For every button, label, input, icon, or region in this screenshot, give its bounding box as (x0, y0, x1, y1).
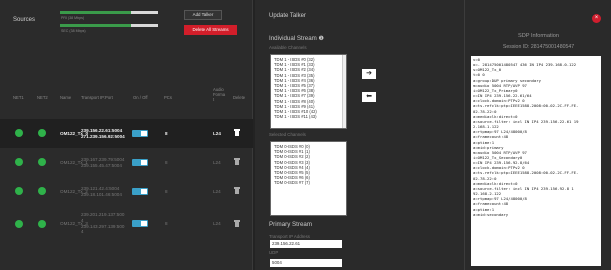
delete-all-streams-button[interactable]: Delete All Streams (184, 25, 237, 35)
move-right-button[interactable]: ➔ (362, 69, 376, 79)
primary-stream-heading: Primary Stream (269, 221, 312, 228)
audio-format-value: L24 (213, 189, 221, 194)
header-on-off: On / Off (133, 95, 148, 100)
sources-panel: Sources PRI (38 Mbps) SEC (38 Mbps) Add … (0, 0, 253, 270)
header-net1: NET1 (13, 95, 24, 100)
divider (464, 0, 465, 270)
header-pcs: PCs (164, 95, 172, 100)
stream-toggle[interactable] (132, 159, 148, 166)
secondary-bandwidth-bar (60, 24, 158, 27)
primary-bandwidth-bar (60, 11, 158, 14)
modal-title: Update Talker (269, 13, 306, 19)
audio-format-value: L24 (213, 131, 221, 136)
scrollbar[interactable] (342, 55, 346, 128)
net1-status-icon (15, 129, 23, 137)
secondary-bandwidth-caption: SEC (38 Mbps) (61, 29, 86, 33)
stream-row[interactable]: OM122_Tx_1 239.167.239.79:5004 239.155.4… (0, 148, 253, 177)
move-left-button[interactable]: ⬅ (362, 92, 376, 102)
udp-input[interactable]: 5004 (270, 259, 342, 267)
pcs-value: 8 (165, 160, 168, 165)
selected-channels-list[interactable]: TDM 0-ISDS #0 (0) TDM 0-ISDS #1 (1) TDM 0-… (270, 141, 347, 216)
channel-option[interactable]: TDM 1 - ISDS #11 (43) (271, 114, 346, 119)
delete-trash-icon[interactable] (234, 220, 240, 227)
add-talker-button[interactable]: Add Talker (184, 10, 222, 20)
sdp-line: a=mid:secondary (473, 211, 509, 217)
audio-format-value: L24 (213, 221, 221, 226)
pcs-value: 8 (165, 221, 168, 226)
session-id: Session ID: 281475001480547 (502, 44, 575, 50)
channel-option[interactable]: TDM 0-ISDS #7 (7) (271, 180, 346, 185)
transport-secondary: 239.143.297.139:500 4 (81, 224, 125, 235)
transport-primary: 239.121.42.4:5004 (81, 186, 120, 191)
stream-row[interactable]: OM122_Tx_3 239.201.219.137:500 4 239.143… (0, 207, 253, 241)
transport-ip-input[interactable]: 239.156.22.61 (270, 240, 342, 248)
stream-toggle[interactable] (132, 220, 148, 227)
transport-ip-label: Transport IP Address (269, 234, 310, 239)
primary-bandwidth-caption: PRI (38 Mbps) (61, 16, 85, 20)
available-channels-label: Available Channels (269, 45, 307, 50)
net2-status-icon (38, 187, 46, 195)
net2-status-icon (38, 158, 46, 166)
sdp-information-title: SDP Information (518, 33, 559, 39)
delete-trash-icon[interactable] (234, 129, 240, 136)
transport-primary-cont: 4 (81, 218, 84, 223)
header-audio-format: Audio Forma t (213, 87, 226, 102)
sdp-text-box[interactable]: v=0 o=- 281475001480547 436 IN IP4 239.16… (471, 56, 601, 266)
header-transport: Transport IP:Port (81, 95, 113, 100)
sources-label: Sources (13, 17, 36, 23)
close-icon[interactable]: × (592, 14, 601, 23)
transport-secondary: 239.155.45.47:5004 (81, 163, 122, 168)
net1-status-icon (15, 158, 23, 166)
net1-status-icon (15, 220, 23, 228)
pcs-value: 8 (165, 189, 168, 194)
update-talker-modal: Update Talker × Individual Stream ❶ Avai… (255, 0, 611, 270)
transport-secondary: 239.18.101.46:5004 (81, 192, 122, 197)
audio-format-value: L24 (213, 160, 221, 165)
net1-status-icon (15, 187, 23, 195)
selected-channels-label: Selected Channels (269, 132, 306, 137)
stream-toggle[interactable] (132, 188, 148, 195)
transport-secondary: 271.239.156.92:5004 (81, 134, 125, 139)
transport-primary: 239.167.239.79:5004 (81, 157, 125, 162)
stream-row[interactable]: OM122_Tx_2 239.121.42.4:5004 239.18.101.… (0, 177, 253, 206)
available-channels-list[interactable]: TDM 1 - ISDS #0 (32) TDM 1 - ISDS #1 (33)… (270, 54, 347, 129)
individual-stream-heading: Individual Stream ❶ (269, 35, 325, 42)
stream-row[interactable]: OM122_Tx_0 239.156.22.61:5004 271.239.15… (0, 119, 253, 148)
header-name: Name (60, 95, 72, 100)
delete-trash-icon[interactable] (234, 187, 240, 194)
udp-label: UDP (269, 250, 279, 255)
net2-status-icon (38, 220, 46, 228)
delete-trash-icon[interactable] (234, 158, 240, 165)
header-delete: Delete (233, 95, 246, 100)
transport-primary: 239.201.219.137:500 (81, 212, 125, 217)
transport-primary: 239.156.22.61:5004 (81, 128, 123, 133)
header-net2: NET2 (37, 95, 48, 100)
pcs-value: 8 (165, 131, 168, 136)
net2-status-icon (38, 129, 46, 137)
stream-toggle[interactable] (132, 130, 148, 137)
